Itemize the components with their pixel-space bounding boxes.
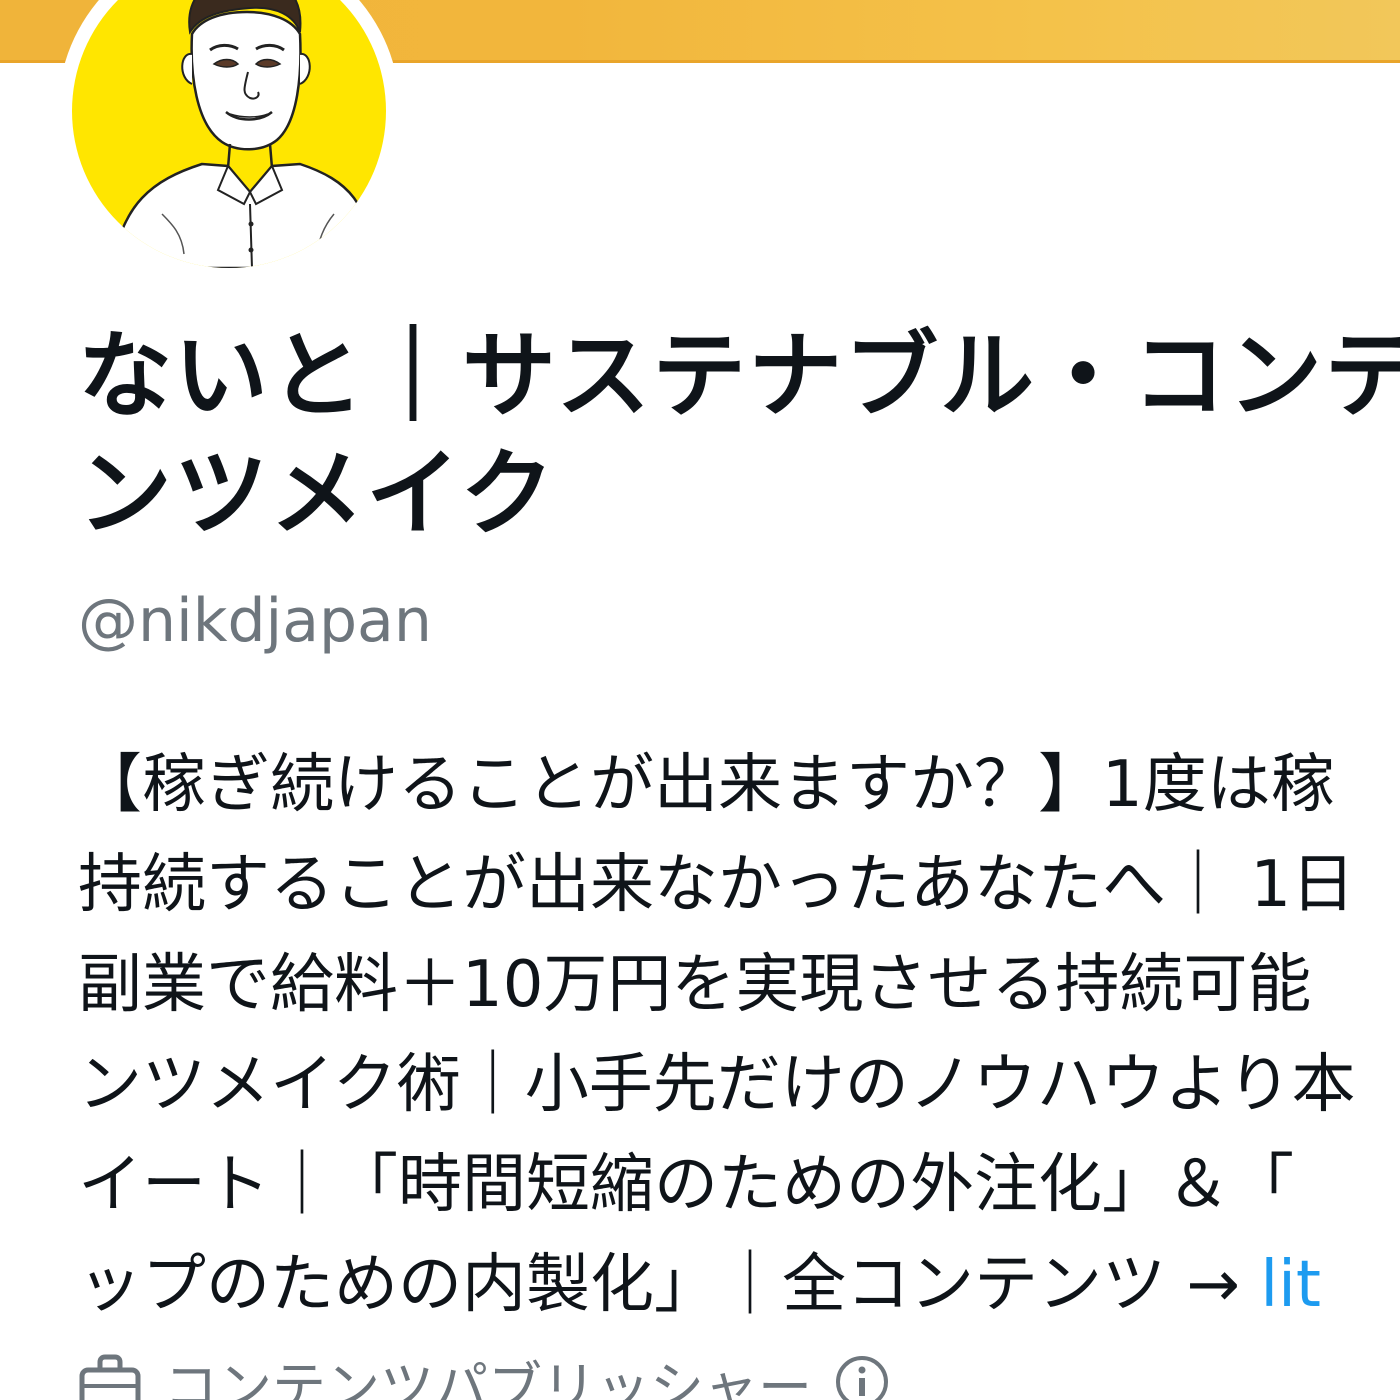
bio-line-6: ップのための内製化」｜全コンテンツ → lit xyxy=(78,1235,1400,1335)
profile-bio: 【稼ぎ続けることが出来ますか？】1度は稼 持続することが出来なかったあなたへ｜ … xyxy=(78,735,1400,1335)
display-name-line-2: ンツメイク xyxy=(78,440,557,549)
category-label: コンテンツパブリッシャー xyxy=(164,1355,812,1400)
bio-line-3: 副業で給料＋10万円を実現させる持続可能 xyxy=(78,948,1312,1022)
avatar[interactable] xyxy=(72,0,386,268)
bio-line-1: 【稼ぎ続けることが出来ますか？】1度は稼 xyxy=(78,748,1335,822)
profile-category[interactable]: コンテンツパブリッシャー xyxy=(78,1352,890,1400)
info-icon[interactable] xyxy=(834,1354,890,1400)
bio-line-6-text: ップのための内製化」｜全コンテンツ → xyxy=(78,1248,1261,1322)
avatar-illustration xyxy=(110,0,374,268)
user-handle: @nikdjapan xyxy=(78,586,432,656)
bio-line-5: イート｜「時間短縮のための外注化」＆「 xyxy=(78,1148,1294,1222)
display-name-line-1: ないと｜サステナブル・コンテ xyxy=(78,322,1400,431)
bio-line-2: 持続することが出来なかったあなたへ｜ 1日 xyxy=(78,848,1356,922)
briefcase-icon xyxy=(78,1354,142,1400)
bio-line-4: ンツメイク術｜小手先だけのノウハウより本 xyxy=(78,1048,1356,1122)
display-name: ないと｜サステナブル・コンテ ンツメイク xyxy=(78,318,1400,554)
bio-link[interactable]: lit xyxy=(1260,1248,1321,1322)
